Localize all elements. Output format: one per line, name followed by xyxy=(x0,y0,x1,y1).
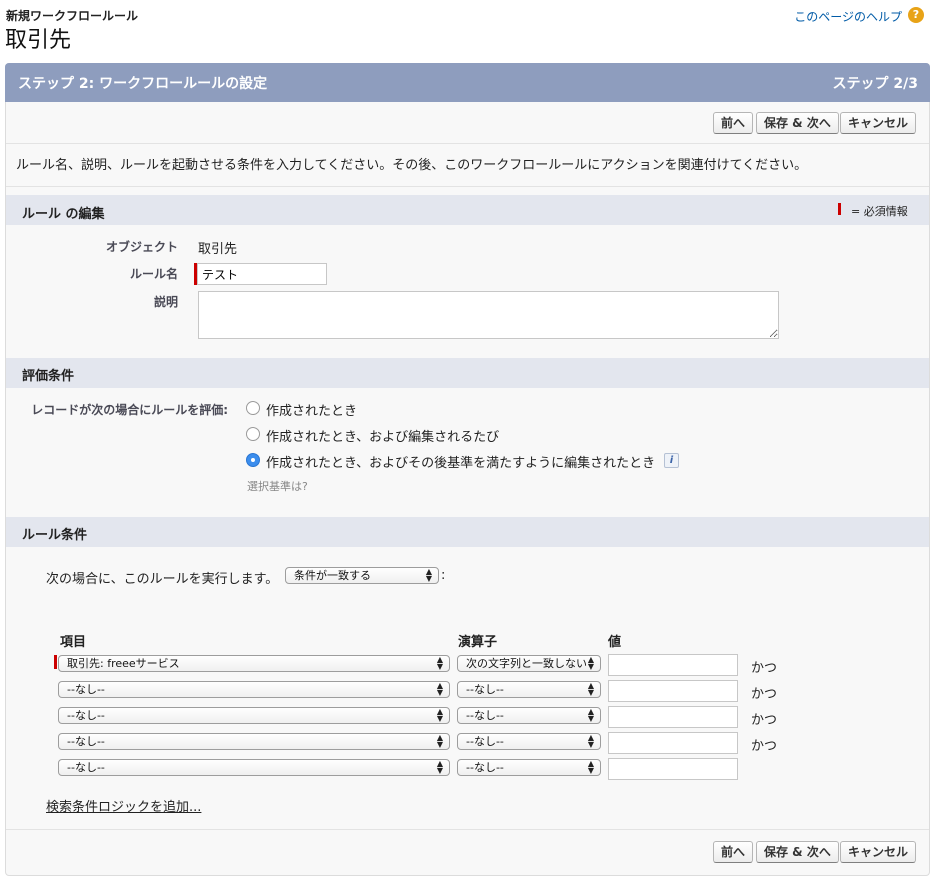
criteria-value-input[interactable] xyxy=(608,758,738,780)
step-count: ステップ 2/3 xyxy=(832,76,918,92)
select-arrow-icon: ▲ ▼ xyxy=(587,681,594,697)
question-icon[interactable]: ? xyxy=(908,7,924,23)
select-arrow-icon: ▲ ▼ xyxy=(587,759,594,775)
required-legend: = 必須情報 xyxy=(851,205,908,218)
operator-select-value: --なし-- xyxy=(466,709,504,722)
step-title: ステップ 2: ワークフロールールの設定 xyxy=(18,76,268,92)
operator-select-value: 次の文字列と一致しない xyxy=(466,657,587,670)
divider xyxy=(6,186,929,187)
prev-button[interactable]: 前へ xyxy=(713,112,754,134)
divider xyxy=(6,829,929,830)
description-label: 説明 xyxy=(153,295,178,309)
condition-select-value: 条件が一致する xyxy=(294,569,371,582)
select-arrow-icon: ▲ ▼ xyxy=(436,759,443,775)
criteria-value-input[interactable] xyxy=(608,706,738,728)
description-textarea[interactable] xyxy=(198,291,779,339)
select-arrow-icon: ▲ ▼ xyxy=(436,707,443,723)
evaluation-label: レコードが次の場合にルールを評価: xyxy=(31,403,228,417)
select-arrow-icon: ▲ ▼ xyxy=(587,733,594,749)
evaluation-title: 評価条件 xyxy=(22,369,75,384)
criteria-hint: 選択基準は? xyxy=(247,480,308,493)
select-arrow-icon: ▲ ▼ xyxy=(587,655,594,671)
radio-created-edited[interactable] xyxy=(246,427,260,441)
field-select-value: 取引先: freeeサービス xyxy=(67,657,180,670)
col-operator-header: 演算子 xyxy=(458,635,498,650)
required-marker xyxy=(54,655,57,669)
radio-created-criteria-label: 作成されたとき、およびその後基準を満たすように編集されたとき xyxy=(266,456,656,471)
criteria-field-select[interactable]: --なし-- ▲ ▼ xyxy=(58,733,450,750)
select-arrow-icon: ▲ ▼ xyxy=(587,707,594,723)
run-rule-label: 次の場合に、このルールを実行します。 xyxy=(46,572,279,587)
field-select-value: --なし-- xyxy=(67,683,105,696)
field-select-value: --なし-- xyxy=(67,735,105,748)
condition-select[interactable]: 条件が一致する ▲ ▼ xyxy=(285,567,439,584)
criteria-field-select[interactable]: --なし-- ▲ ▼ xyxy=(58,681,450,698)
conjunction-label: かつ xyxy=(751,661,778,676)
operator-select-value: --なし-- xyxy=(466,735,504,748)
criteria-operator-select[interactable]: --なし-- ▲ ▼ xyxy=(457,733,601,750)
required-marker xyxy=(838,203,841,215)
help-link[interactable]: このページのヘルプ xyxy=(794,8,902,25)
rule-criteria-title: ルール条件 xyxy=(22,528,88,543)
rule-name-label: ルール名 xyxy=(129,267,178,281)
select-arrow-icon: ▲ ▼ xyxy=(425,567,432,583)
object-value: 取引先 xyxy=(198,242,238,257)
criteria-operator-select[interactable]: --なし-- ▲ ▼ xyxy=(457,759,601,776)
criteria-value-input[interactable] xyxy=(608,680,738,702)
select-arrow-icon: ▲ ▼ xyxy=(436,655,443,671)
criteria-operator-select[interactable]: --なし-- ▲ ▼ xyxy=(457,681,601,698)
conjunction-label: かつ xyxy=(751,713,778,728)
criteria-operator-select[interactable]: --なし-- ▲ ▼ xyxy=(457,707,601,724)
info-icon[interactable]: i xyxy=(664,453,679,468)
criteria-operator-select[interactable]: 次の文字列と一致しない ▲ ▼ xyxy=(457,655,601,672)
col-field-header: 項目 xyxy=(60,635,87,650)
rule-name-input[interactable] xyxy=(197,263,327,285)
evaluation-header xyxy=(6,358,929,388)
criteria-field-select[interactable]: --なし-- ▲ ▼ xyxy=(58,759,450,776)
divider xyxy=(6,143,929,144)
select-arrow-icon: ▲ ▼ xyxy=(436,681,443,697)
col-value-header: 値 xyxy=(608,635,622,650)
intro-text: ルール名、説明、ルールを起動させる条件を入力してください。その後、このワークフロ… xyxy=(16,158,808,173)
cancel-button[interactable]: キャンセル xyxy=(840,112,917,134)
criteria-field-select[interactable]: --なし-- ▲ ▼ xyxy=(58,707,450,724)
prev-button[interactable]: 前へ xyxy=(713,841,754,863)
criteria-field-select[interactable]: 取引先: freeeサービス ▲ ▼ xyxy=(58,655,450,672)
criteria-value-input[interactable] xyxy=(608,732,738,754)
run-rule-suffix: : xyxy=(441,568,446,583)
criteria-value-input[interactable] xyxy=(608,654,738,676)
operator-select-value: --なし-- xyxy=(466,683,504,696)
object-label: オブジェクト xyxy=(105,240,178,254)
field-select-value: --なし-- xyxy=(67,761,105,774)
rule-criteria-header xyxy=(6,517,929,547)
page-title: 取引先 xyxy=(5,28,72,53)
radio-created-edited-label: 作成されたとき、および編集されるたび xyxy=(266,430,500,445)
select-arrow-icon: ▲ ▼ xyxy=(436,733,443,749)
conjunction-label: かつ xyxy=(751,687,778,702)
operator-select-value: --なし-- xyxy=(466,761,504,774)
rule-edit-header xyxy=(6,195,929,225)
add-filter-logic-link[interactable]: 検索条件ロジックを追加... xyxy=(46,796,201,815)
save-next-button[interactable]: 保存 & 次へ xyxy=(756,112,839,134)
conjunction-label: かつ xyxy=(751,739,778,754)
radio-created-criteria[interactable] xyxy=(246,453,260,467)
cancel-button[interactable]: キャンセル xyxy=(840,841,917,863)
field-select-value: --なし-- xyxy=(67,709,105,722)
radio-created[interactable] xyxy=(246,401,260,415)
rule-edit-title: ルール の編集 xyxy=(22,207,105,222)
radio-created-label: 作成されたとき xyxy=(266,404,358,419)
save-next-button[interactable]: 保存 & 次へ xyxy=(756,841,839,863)
